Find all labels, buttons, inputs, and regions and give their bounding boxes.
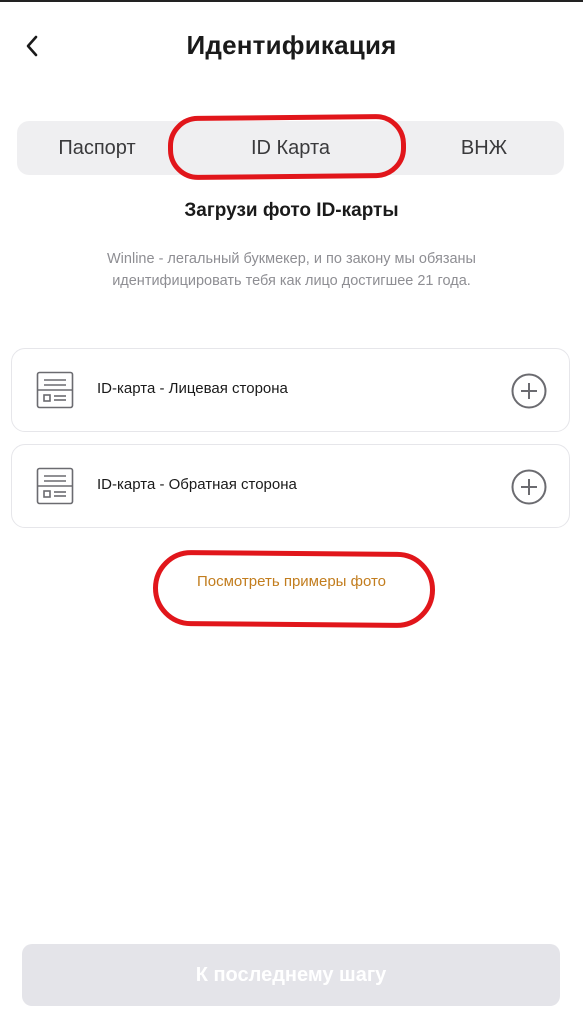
section-title: Загрузи фото ID-карты xyxy=(184,200,399,221)
next-step-button[interactable]: К последнему шагу xyxy=(22,944,560,1006)
upload-back-label: ID-карта - Обратная сторона xyxy=(97,476,297,493)
upload-front-card[interactable]: ID-карта - Лицевая сторона xyxy=(11,348,570,432)
description: Winline - легальный букмекер, и по закон… xyxy=(107,251,476,289)
red-annotation-link xyxy=(152,549,436,629)
page-title: Идентификация xyxy=(186,30,397,60)
header: Идентификация xyxy=(0,18,583,78)
tab-passport[interactable]: Паспорт xyxy=(17,121,177,175)
plus-circle-icon[interactable] xyxy=(511,373,547,409)
upload-back-card[interactable]: ID-карта - Обратная сторона xyxy=(11,444,570,528)
plus-circle-icon[interactable] xyxy=(511,469,547,505)
top-border xyxy=(0,0,583,2)
document-icon xyxy=(36,371,74,409)
red-annotation-tab xyxy=(167,113,407,181)
document-icon xyxy=(36,467,74,505)
upload-front-label: ID-карта - Лицевая сторона xyxy=(97,380,288,397)
tab-residence-permit[interactable]: ВНЖ xyxy=(404,121,564,175)
